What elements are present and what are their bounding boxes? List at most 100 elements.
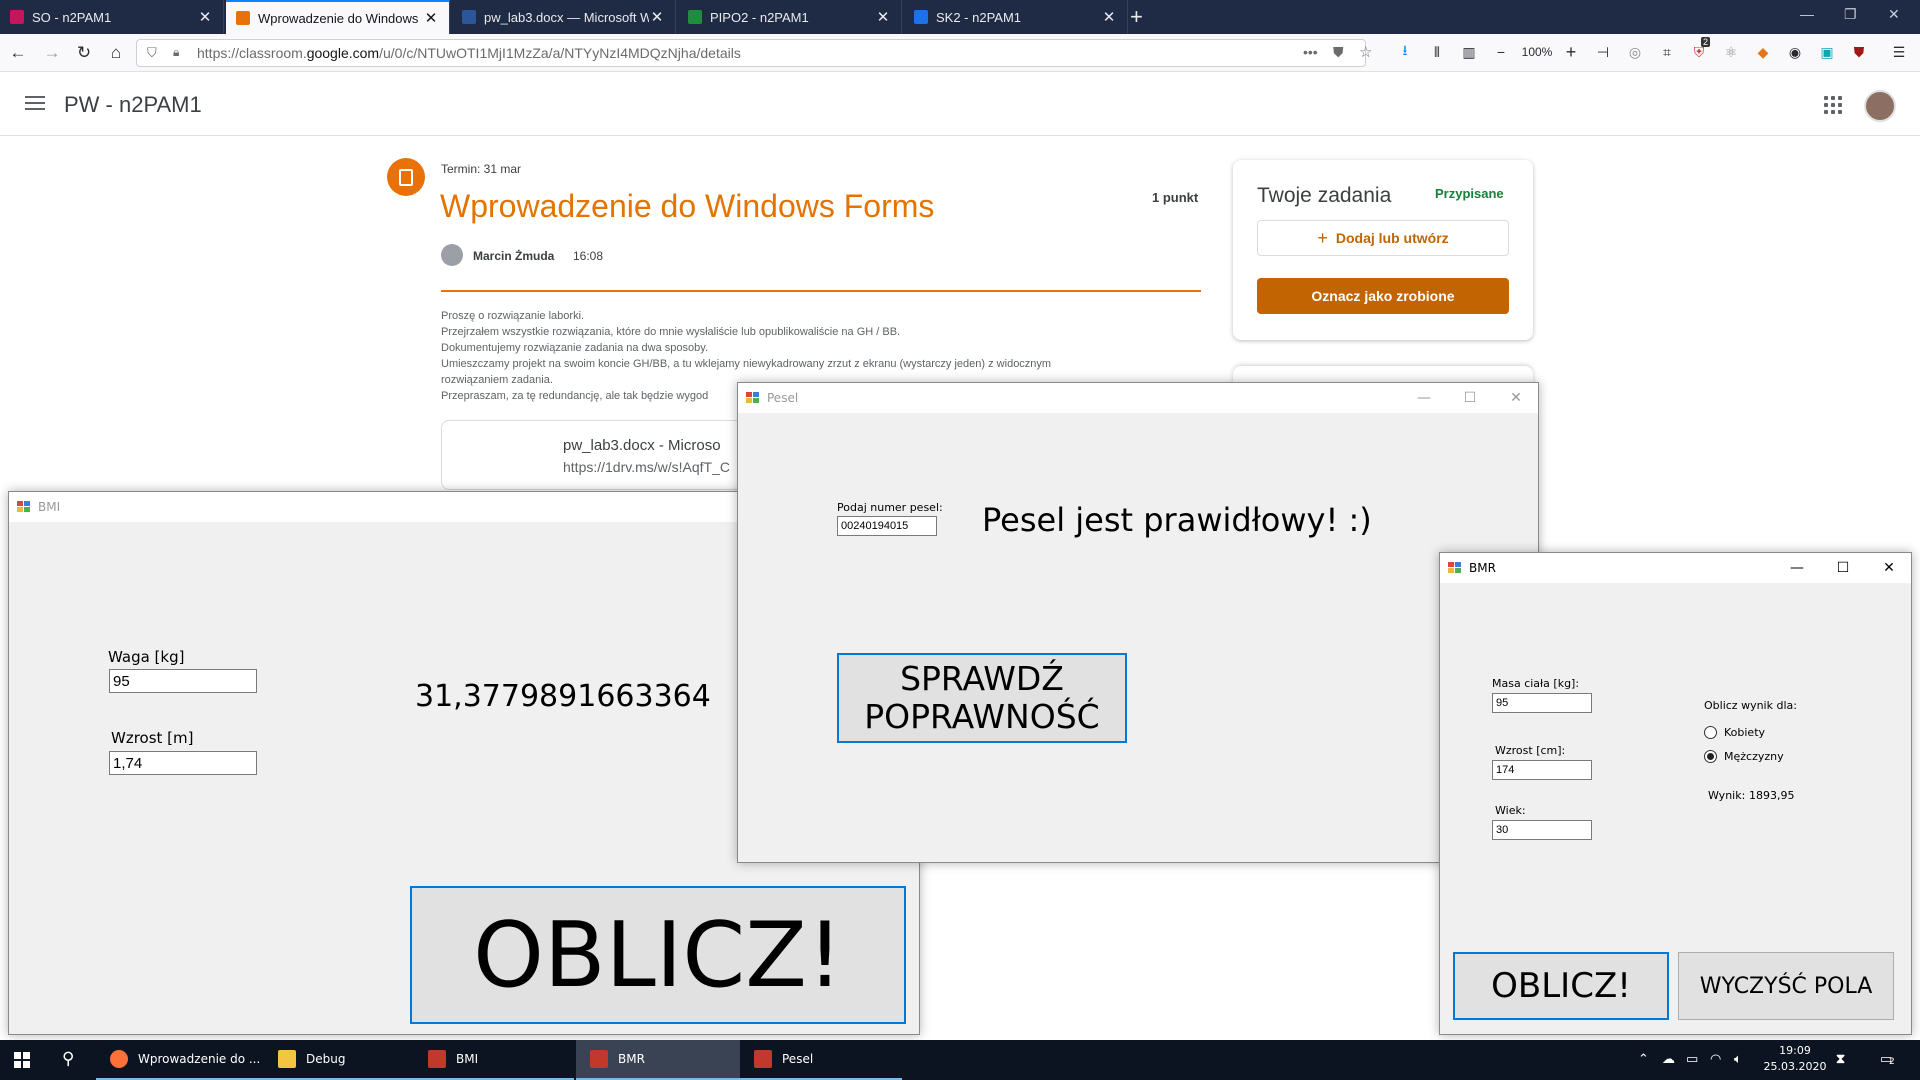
post-time: 16:08	[573, 249, 604, 263]
pesel-input[interactable]	[837, 516, 937, 536]
minimize-icon[interactable]: —	[1401, 383, 1447, 413]
height-input[interactable]	[109, 751, 257, 775]
volume-icon[interactable]: 🔈︎	[1734, 1052, 1742, 1067]
close-tab-icon[interactable]: ✕	[197, 8, 213, 26]
wifi-icon[interactable]: ◠	[1710, 1052, 1721, 1067]
zoom-out-icon[interactable]: −	[1492, 43, 1510, 61]
taskbar-item-firefox[interactable]: Wprowadzenie do ...	[96, 1040, 264, 1080]
class-name[interactable]: PW - n2PAM1	[64, 92, 202, 118]
extension-icon[interactable]: ▣	[1818, 43, 1836, 61]
radio-women-label: Kobiety	[1724, 726, 1766, 739]
home-icon[interactable]: ⌂	[104, 41, 128, 65]
window-title: Pesel	[767, 391, 799, 405]
radio-men[interactable]	[1704, 750, 1717, 763]
extension-icon[interactable]: ⚛	[1722, 43, 1740, 61]
apps-grid-icon[interactable]	[1824, 96, 1842, 114]
calculate-button[interactable]: OBLICZ!	[1453, 952, 1669, 1020]
winforms-app-icon	[17, 501, 30, 513]
url-bar[interactable]: ⛉ 🔒︎ https://classroom. google.com/u/0/c/…	[136, 39, 1372, 67]
bookmark-star-icon[interactable]: ☆	[1359, 43, 1372, 61]
taskbar-item-label: Wprowadzenie do ...	[138, 1052, 261, 1066]
mark-as-done-button[interactable]: Oznacz jako zrobione	[1257, 278, 1509, 314]
mass-input[interactable]	[1492, 693, 1592, 713]
forward-icon[interactable]: →	[40, 41, 64, 65]
download-icon[interactable]: ⭳	[1396, 42, 1414, 61]
close-tab-icon[interactable]: ✕	[423, 9, 439, 27]
minimize-icon[interactable]: —	[1800, 6, 1814, 22]
close-icon[interactable]: ✕	[1866, 553, 1912, 583]
assignment-icon	[387, 158, 425, 196]
winforms-app-icon	[590, 1050, 608, 1068]
zoom-in-icon[interactable]: +	[1562, 42, 1580, 62]
extension-icon[interactable]: ⛊	[1850, 43, 1868, 61]
taskbar-item-label: BMR	[618, 1052, 645, 1066]
weight-input[interactable]	[109, 669, 257, 693]
windows-start-icon[interactable]	[14, 1052, 30, 1068]
crop-icon[interactable]: ⌗	[1658, 43, 1676, 61]
classroom-favicon-icon	[688, 10, 702, 24]
window-title: BMR	[1469, 561, 1496, 575]
chevron-up-icon[interactable]: ⌃	[1638, 1052, 1649, 1067]
close-tab-icon[interactable]: ✕	[1101, 8, 1117, 26]
tab-pw-lab3[interactable]: pw_lab3.docx — Microsoft We ✕	[452, 0, 676, 34]
metamask-icon[interactable]: ◆	[1754, 43, 1772, 61]
add-or-create-button[interactable]: + Dodaj lub utwórz	[1257, 220, 1509, 256]
taskbar-item-pesel[interactable]: Pesel	[740, 1040, 902, 1080]
avatar[interactable]	[1864, 90, 1896, 122]
minimize-icon[interactable]: —	[1774, 553, 1820, 583]
new-tab-icon[interactable]: +	[1130, 4, 1143, 30]
attachment-card[interactable]: pw_lab3.docx - Microso https://1drv.ms/w…	[441, 420, 761, 490]
menu-icon[interactable]: ☰	[1890, 43, 1908, 61]
height-input[interactable]	[1492, 760, 1592, 780]
pesel-titlebar[interactable]: Pesel — ☐ ✕	[738, 383, 1538, 413]
tab-sk2[interactable]: SK2 - n2PAM1 ✕	[904, 0, 1128, 34]
pin-icon[interactable]: ⊣	[1594, 43, 1612, 61]
maximize-icon[interactable]: ☐	[1447, 383, 1493, 413]
radio-women[interactable]	[1704, 726, 1717, 739]
winforms-app-icon	[1448, 562, 1461, 574]
app-tray-icon[interactable]: ⧗	[1836, 1052, 1845, 1067]
your-work-title: Twoje zadania	[1257, 184, 1392, 207]
tab-so[interactable]: SO - n2PAM1 ✕	[0, 0, 224, 34]
close-tab-icon[interactable]: ✕	[649, 8, 665, 26]
tab-windows-forms[interactable]: Wprowadzenie do Windows Fo ✕	[226, 0, 450, 34]
pocket-icon[interactable]: ⛊	[1333, 44, 1344, 61]
bmr-titlebar[interactable]: BMR — ☐ ✕	[1440, 553, 1911, 583]
reload-icon[interactable]: ↻	[72, 41, 96, 65]
classroom-header: PW - n2PAM1	[0, 72, 1920, 136]
library-icon[interactable]: ⫴	[1428, 43, 1446, 61]
page-actions-icon[interactable]: •••	[1303, 44, 1318, 60]
battery-icon[interactable]: ▭	[1686, 1052, 1698, 1067]
pesel-result: Pesel jest prawidłowy! :)	[982, 501, 1372, 539]
account-icon[interactable]: ◉	[1786, 43, 1804, 61]
restore-icon[interactable]: ❐	[1844, 6, 1857, 23]
browser-nav-bar: ← → ↻ ⌂ ⛉ 🔒︎ https://classroom. google.co…	[0, 34, 1920, 72]
extension-icon[interactable]: ◎	[1626, 43, 1644, 61]
lock-icon[interactable]: 🔒︎	[173, 45, 179, 60]
hamburger-menu-icon[interactable]	[25, 96, 45, 110]
word-favicon-icon	[462, 10, 476, 24]
clock-date: 25.03.2020	[1763, 1060, 1827, 1073]
shield-icon[interactable]: ⛉	[147, 45, 157, 61]
taskbar-item-debug[interactable]: Debug	[264, 1040, 414, 1080]
zoom-level[interactable]: 100%	[1520, 43, 1554, 61]
close-tab-icon[interactable]: ✕	[875, 8, 891, 26]
back-icon[interactable]: ←	[6, 41, 30, 65]
calculate-button[interactable]: OBLICZ!	[410, 886, 906, 1024]
clock[interactable]: 19:09 25.03.2020	[1760, 1043, 1830, 1075]
check-validity-button[interactable]: SPRAWDŹ POPRAWNOŚĆ	[837, 653, 1127, 743]
age-input[interactable]	[1492, 820, 1592, 840]
cloud-icon[interactable]: ☁	[1662, 1052, 1675, 1067]
tab-pipo2[interactable]: PIPO2 - n2PAM1 ✕	[678, 0, 902, 34]
radio-men-label: Mężczyzny	[1724, 750, 1784, 763]
search-icon[interactable]: ⚲	[62, 1049, 74, 1069]
sidebar-icon[interactable]: ▥	[1460, 43, 1478, 61]
taskbar-item-bmr[interactable]: BMR	[576, 1040, 740, 1080]
taskbar-item-bmi[interactable]: BMI	[414, 1040, 574, 1080]
status-badge: Przypisane	[1435, 186, 1504, 201]
close-icon[interactable]: ✕	[1493, 383, 1539, 413]
close-icon[interactable]: ✕	[1888, 6, 1900, 23]
taskbar: ⚲ Wprowadzenie do ... Debug BMI BMR Pese…	[0, 1040, 1920, 1080]
clear-fields-button[interactable]: WYCZYŚĆ POLA	[1678, 952, 1894, 1020]
maximize-icon[interactable]: ☐	[1820, 553, 1866, 583]
